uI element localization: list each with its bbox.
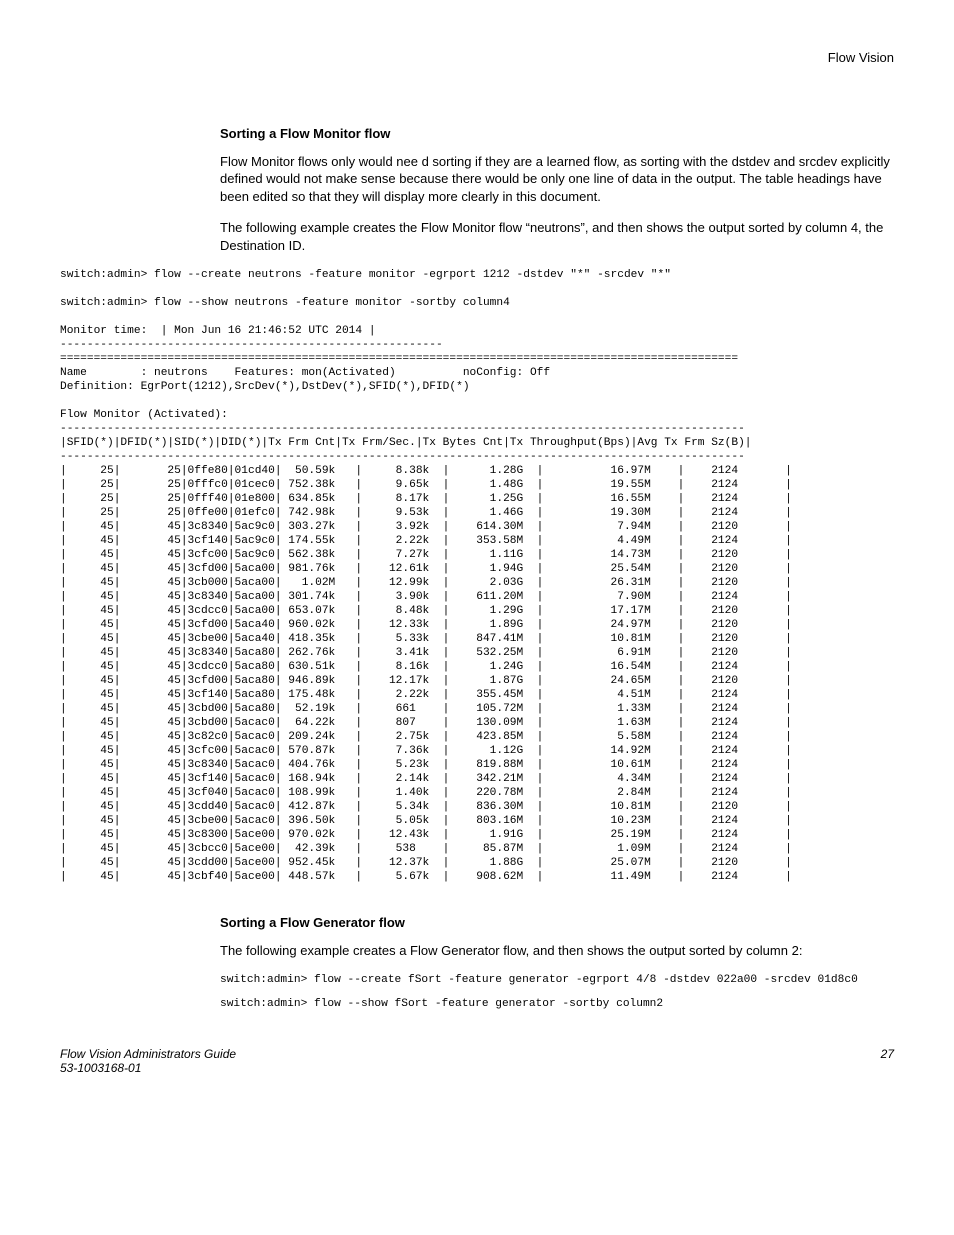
para-monitor-intro: Flow Monitor flows only would nee d sort… (220, 153, 894, 206)
running-head: Flow Vision (60, 50, 894, 65)
console-generator-cmd1: switch:admin> flow --create fSort -featu… (220, 973, 894, 987)
para-generator-intro: The following example creates a Flow Gen… (220, 942, 894, 960)
footer-docnum: 53-1003168-01 (60, 1061, 236, 1075)
footer-pagenum: 27 (881, 1047, 894, 1075)
heading-sorting-generator-flow: Sorting a Flow Generator flow (220, 914, 894, 932)
console-generator-cmd2: switch:admin> flow --show fSort -feature… (220, 997, 894, 1011)
heading-sorting-monitor-flow: Sorting a Flow Monitor flow (220, 125, 894, 143)
console-output-monitor: switch:admin> flow --create neutrons -fe… (60, 268, 894, 884)
page-footer: Flow Vision Administrators Guide 53-1003… (60, 1047, 894, 1075)
footer-title: Flow Vision Administrators Guide (60, 1047, 236, 1061)
para-monitor-example: The following example creates the Flow M… (220, 219, 894, 254)
